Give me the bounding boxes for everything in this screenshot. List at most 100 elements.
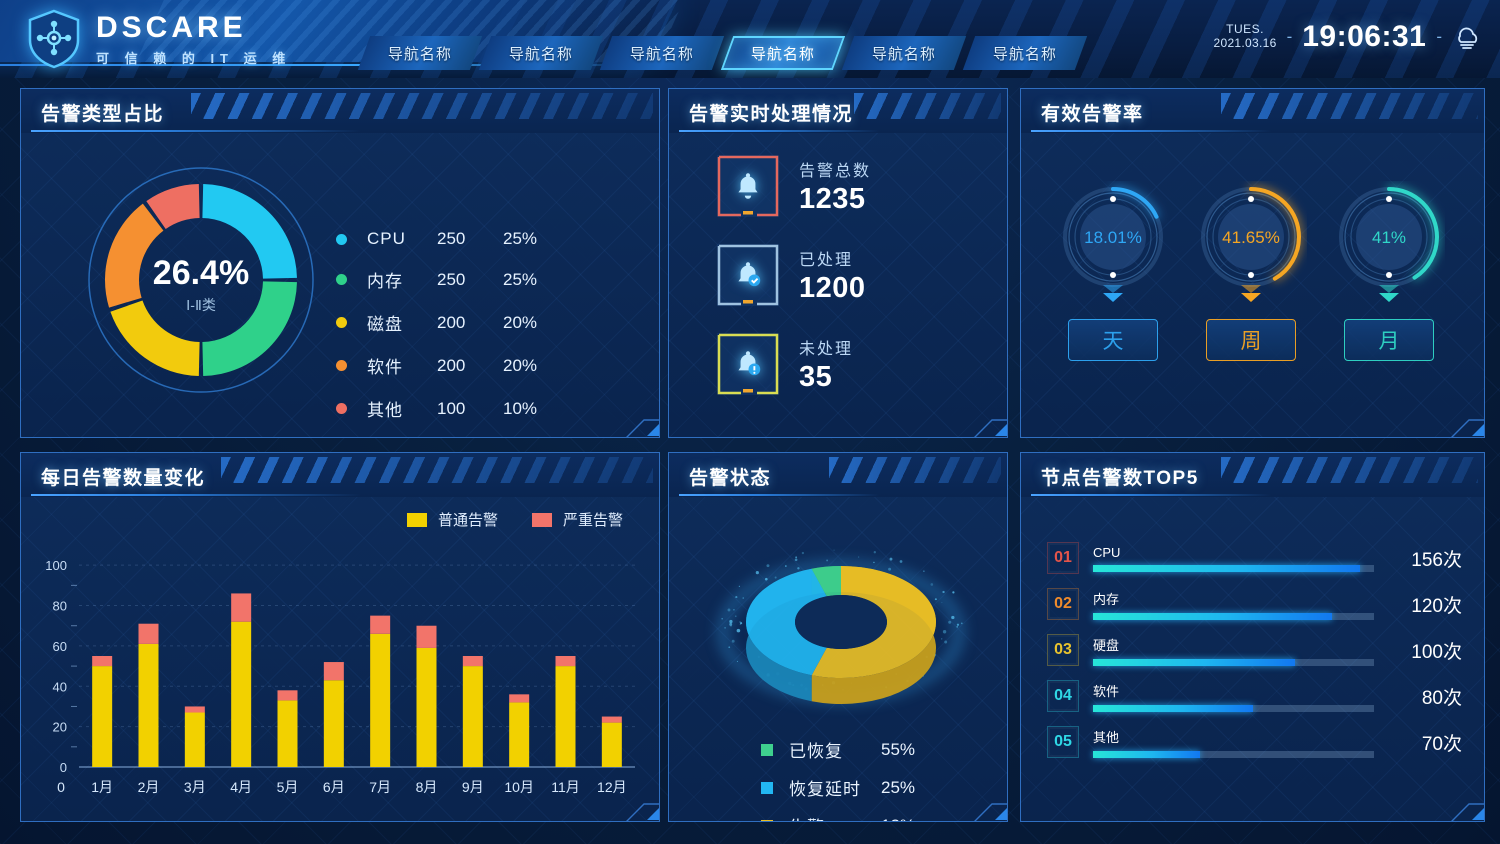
legend-item: 内存 250 25% [336, 267, 563, 292]
clock-time: 19:06:31 [1302, 20, 1426, 54]
bar-legend-item: 严重告警 [532, 509, 623, 530]
table-row[interactable]: 02 内存 120次 [1047, 588, 1462, 620]
panel-title-stripes [191, 93, 653, 119]
panel-body: 已恢复 55% 恢复延时 25% 告警12% [669, 497, 1007, 821]
panel-title-rule [679, 494, 879, 496]
gauge-period-label: 天 [1103, 325, 1124, 355]
top5-bar-track [1093, 659, 1374, 666]
alarm-stat-value: 35 [799, 361, 853, 394]
panel-title-rule [31, 494, 361, 496]
legend-color-dot [336, 403, 347, 414]
gauge-period-button-周[interactable]: 周 [1206, 319, 1296, 361]
app-header: DSCARE 可 信 赖 的 IT 运 维 导航名称 导航名称 导航名称 导航名称 导航… [0, 0, 1500, 78]
top5-rank-badge: 03 [1047, 634, 1079, 666]
gauge-period-button-月[interactable]: 月 [1344, 319, 1434, 361]
gauge-chart: 41% [1333, 181, 1445, 307]
pie-legend: 已恢复55%恢复延时25%告警12% [761, 737, 915, 822]
gauge-period-label: 周 [1241, 325, 1262, 355]
alarm-stat-icon-box [717, 333, 779, 395]
table-row[interactable]: 01 CPU 156次 [1047, 542, 1462, 574]
legend-label: 内存 [367, 267, 437, 292]
svg-text:5月: 5月 [277, 779, 299, 795]
legend-percent: 20% [503, 356, 563, 376]
nav-item-label: 导航名称 [993, 43, 1057, 64]
top5-rank-label: 04 [1054, 687, 1072, 705]
nav-item-1[interactable]: 导航名称 [358, 36, 482, 70]
alarm-stat-row: 告警总数 1235 [717, 155, 871, 217]
top5-bar-fill [1093, 659, 1295, 666]
top5-node-name: 其他 [1093, 727, 1374, 746]
weather-cloud-icon [1452, 23, 1482, 51]
panel-body: 26.4% Ⅰ-Ⅱ类 CPU 250 25% 内存 250 25% 磁盘 200 20% 软件 200… [21, 133, 659, 437]
nav-item-2[interactable]: 导航名称 [479, 36, 603, 70]
svg-text:18.01%: 18.01% [1084, 228, 1142, 247]
top5-bar-group: 软件 [1093, 681, 1374, 712]
bar-chart-legend: 普通告警 严重告警 [407, 509, 623, 530]
svg-text:11月: 11月 [551, 779, 580, 795]
alarm-stat-text: 告警总数 1235 [799, 157, 871, 216]
gauge-chart: 18.01% [1057, 181, 1169, 307]
svg-text:41.65%: 41.65% [1222, 228, 1280, 247]
nav-item-5[interactable]: 导航名称 [842, 36, 966, 70]
top5-bar-track [1093, 613, 1374, 620]
gauge-period-button-天[interactable]: 天 [1068, 319, 1158, 361]
panel-body: 01 CPU 156次 02 内存 120次 03 硬盘 100次 04 软件 … [1021, 497, 1484, 821]
panel-title-stripes [829, 457, 1001, 483]
legend-color-dot [336, 360, 347, 371]
alarm-stat-text: 已处理 1200 [799, 246, 866, 305]
top5-bar-fill [1093, 751, 1200, 758]
top5-node-name: CPU [1093, 545, 1374, 560]
bell-alert-icon [731, 347, 765, 381]
top5-bar-track [1093, 565, 1374, 572]
svg-text:1月: 1月 [91, 779, 113, 795]
top5-value: 120次 [1388, 591, 1462, 618]
nav-item-label: 导航名称 [872, 43, 936, 64]
legend-label: 严重告警 [563, 509, 623, 530]
top5-value: 100次 [1388, 637, 1462, 664]
top5-value: 70次 [1388, 729, 1462, 756]
svg-text:2月: 2月 [138, 779, 160, 795]
clock-dash-left: - [1287, 27, 1293, 47]
panel-title-stripes [1221, 457, 1478, 483]
gauge-period-label: 月 [1379, 325, 1400, 355]
bell-check-icon [731, 258, 765, 292]
table-row[interactable]: 03 硬盘 100次 [1047, 634, 1462, 666]
table-row[interactable]: 05 其他 70次 [1047, 726, 1462, 758]
top5-bar-fill [1093, 705, 1253, 712]
top5-node-name: 硬盘 [1093, 635, 1374, 654]
legend-percent: 25% [503, 229, 563, 249]
alarm-stat-row: 未处理 35 [717, 333, 853, 395]
alarm-stat-label: 已处理 [799, 246, 866, 270]
svg-text:3月: 3月 [184, 779, 206, 795]
top5-bar-group: 硬盘 [1093, 635, 1374, 666]
legend-item: 软件 200 20% [336, 353, 563, 378]
legend-percent: 12% [881, 816, 915, 823]
top5-node-name: 软件 [1093, 681, 1374, 700]
nav-item-label: 导航名称 [630, 43, 694, 64]
page-title: 告警实时处理情况 [689, 99, 853, 126]
clock-widget: TUES. 2021.03.16 - 19:06:31 - [1214, 20, 1483, 54]
legend-color-swatch [761, 782, 773, 794]
nav-item-6[interactable]: 导航名称 [963, 36, 1087, 70]
legend-value: 250 [437, 229, 503, 249]
legend-item: CPU 250 25% [336, 229, 563, 249]
alarm-stat-value: 1200 [799, 272, 866, 305]
clock-dash-right: - [1436, 27, 1442, 47]
legend-label: 恢复延时 [789, 775, 881, 800]
legend-item: 告警12% [761, 813, 915, 822]
top5-rank-label: 01 [1054, 549, 1072, 567]
panel-title-rule [31, 130, 361, 132]
donut-legend: CPU 250 25% 内存 250 25% 磁盘 200 20% 软件 200 20% 其他 100 10… [336, 229, 563, 421]
svg-text:4月: 4月 [230, 779, 252, 795]
svg-text:80: 80 [53, 599, 67, 614]
page-title: 告警状态 [689, 463, 771, 490]
nav-item-4[interactable]: 导航名称 [721, 36, 845, 70]
top5-rank-badge: 02 [1047, 588, 1079, 620]
legend-label: 磁盘 [367, 310, 437, 335]
table-row[interactable]: 04 软件 80次 [1047, 680, 1462, 712]
page-title: 告警类型占比 [41, 99, 164, 126]
top5-rank-badge: 04 [1047, 680, 1079, 712]
top5-value: 80次 [1388, 683, 1462, 710]
legend-percent: 25% [881, 778, 915, 798]
nav-item-3[interactable]: 导航名称 [600, 36, 724, 70]
